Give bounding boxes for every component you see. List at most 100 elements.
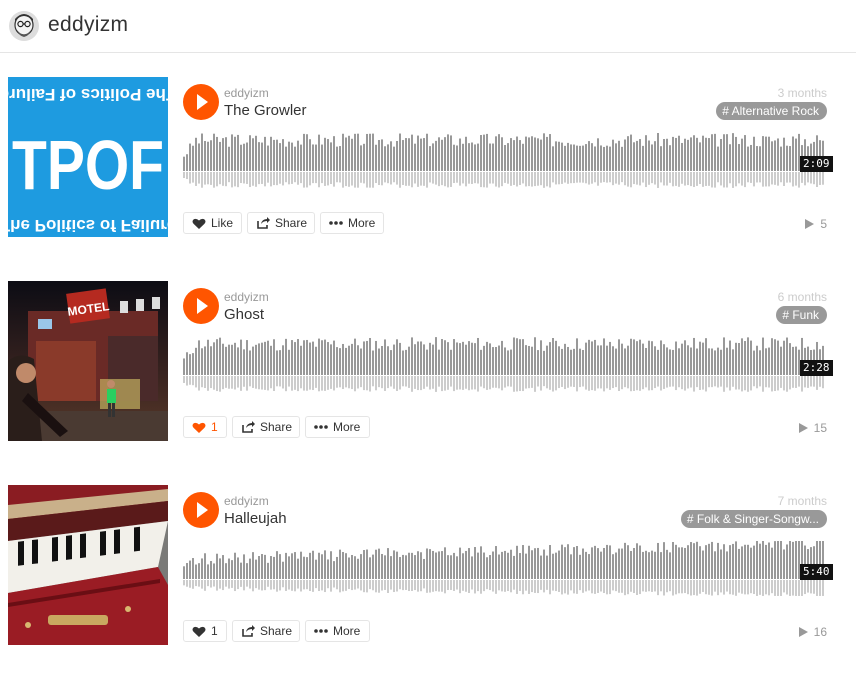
waveform-reflection-bar — [735, 376, 737, 390]
like-button[interactable]: 1 — [183, 620, 227, 642]
profile-username[interactable]: eddyizm — [48, 13, 128, 37]
more-button[interactable]: More — [305, 416, 370, 438]
waveform-bar — [621, 146, 623, 171]
waveform-bar — [624, 348, 626, 375]
waveform-bar — [708, 543, 710, 579]
waveform-reflection-bar — [375, 172, 377, 184]
waveform-reflection-bar — [747, 580, 749, 595]
waveform-bar — [780, 146, 782, 171]
like-button[interactable]: Like — [183, 212, 242, 234]
share-button[interactable]: Share — [247, 212, 315, 234]
waveform-reflection-bar — [450, 172, 452, 187]
waveform[interactable] — [183, 335, 827, 395]
waveform-reflection-bar — [444, 580, 446, 594]
waveform-reflection-bar — [246, 172, 248, 184]
track-duration: 2:28 — [800, 360, 833, 376]
waveform-bar — [639, 139, 641, 171]
waveform-reflection-bar — [813, 376, 815, 387]
waveform-reflection-bar — [492, 172, 494, 184]
waveform-bar — [537, 350, 539, 375]
waveform-reflection-bar — [504, 376, 506, 388]
genre-tag[interactable]: # Folk & Singer-Songw... — [680, 510, 827, 528]
waveform-bar — [774, 339, 776, 375]
heart-icon — [192, 218, 206, 229]
waveform-bar — [369, 337, 371, 375]
like-button[interactable]: 1 — [183, 416, 227, 438]
waveform-reflection-bar — [231, 580, 233, 588]
waveform-bar — [735, 136, 737, 171]
track-artwork[interactable]: MOTEL — [8, 281, 168, 441]
share-button[interactable]: Share — [232, 620, 300, 642]
waveform-bar — [618, 339, 620, 375]
waveform-reflection-bar — [708, 172, 710, 186]
waveform-reflection-bar — [273, 376, 275, 392]
waveform-bar — [627, 345, 629, 375]
waveform-reflection-bar — [570, 376, 572, 387]
waveform-reflection-bar — [225, 580, 227, 587]
waveform-reflection-bar — [345, 376, 347, 388]
waveform-reflection-bar — [342, 580, 344, 592]
waveform-reflection-bar — [213, 172, 215, 188]
waveform-bar — [603, 547, 605, 579]
waveform-bar — [594, 339, 596, 375]
waveform-bar — [435, 337, 437, 375]
waveform-bar — [513, 555, 515, 579]
waveform-reflection-bar — [387, 376, 389, 389]
waveform[interactable] — [183, 539, 827, 599]
waveform-bar — [402, 554, 404, 579]
waveform-reflection-bar — [732, 376, 734, 387]
waveform-reflection-bar — [594, 376, 596, 391]
waveform-reflection-bar — [606, 580, 608, 595]
artwork-text-bottom: The Politics of Failure — [8, 216, 168, 235]
waveform-bar — [705, 137, 707, 171]
waveform-reflection-bar — [699, 580, 701, 594]
waveform-reflection-bar — [675, 580, 677, 595]
waveform-bar — [588, 339, 590, 375]
waveform[interactable] — [183, 131, 827, 191]
waveform-bar — [324, 550, 326, 579]
track-uploader[interactable]: eddyizm — [224, 290, 269, 304]
waveform-reflection-bar — [414, 376, 416, 389]
waveform-reflection-bar — [783, 172, 785, 186]
waveform-reflection-bar — [480, 580, 482, 594]
waveform-bar — [561, 544, 563, 579]
waveform-bar — [297, 140, 299, 171]
genre-tag[interactable]: # Alternative Rock — [716, 102, 827, 120]
waveform-bar — [306, 557, 308, 579]
waveform-bar — [513, 140, 515, 171]
track-uploader[interactable]: eddyizm — [224, 494, 269, 508]
track-title[interactable]: Ghost — [224, 306, 264, 323]
waveform-reflection-bar — [465, 580, 467, 592]
waveform-reflection-bar — [741, 172, 743, 186]
track-uploader[interactable]: eddyizm — [224, 86, 269, 100]
waveform-reflection-bar — [297, 172, 299, 185]
track-title[interactable]: Halleujah — [224, 510, 287, 527]
waveform-reflection-bar — [465, 172, 467, 187]
waveform-bar — [579, 348, 581, 375]
waveform-reflection-bar — [393, 580, 395, 593]
waveform-reflection-bar — [777, 172, 779, 186]
play-button[interactable] — [183, 492, 219, 528]
waveform-bar — [696, 137, 698, 171]
track-artwork[interactable]: The Politics of Failure TPOF The Politic… — [8, 77, 168, 237]
play-button[interactable] — [183, 84, 219, 120]
waveform-reflection-bar — [579, 172, 581, 183]
waveform-reflection-bar — [426, 376, 428, 387]
waveform-reflection-bar — [396, 580, 398, 592]
waveform-reflection-bar — [186, 376, 188, 386]
share-button[interactable]: Share — [232, 416, 300, 438]
track-title[interactable]: The Growler — [224, 102, 307, 119]
more-button[interactable]: More — [305, 620, 370, 642]
track-artwork[interactable] — [8, 485, 168, 645]
waveform-bar — [342, 551, 344, 579]
play-button[interactable] — [183, 288, 219, 324]
genre-tag[interactable]: # Funk — [776, 306, 827, 324]
play-count-value: 15 — [813, 421, 827, 435]
waveform-bar — [369, 557, 371, 579]
waveform-bar — [420, 341, 422, 375]
avatar[interactable] — [9, 11, 39, 41]
waveform-reflection-bar — [489, 580, 491, 591]
more-button[interactable]: More — [320, 212, 384, 234]
waveform-reflection-bar — [183, 172, 185, 179]
waveform-reflection-bar — [759, 580, 761, 595]
